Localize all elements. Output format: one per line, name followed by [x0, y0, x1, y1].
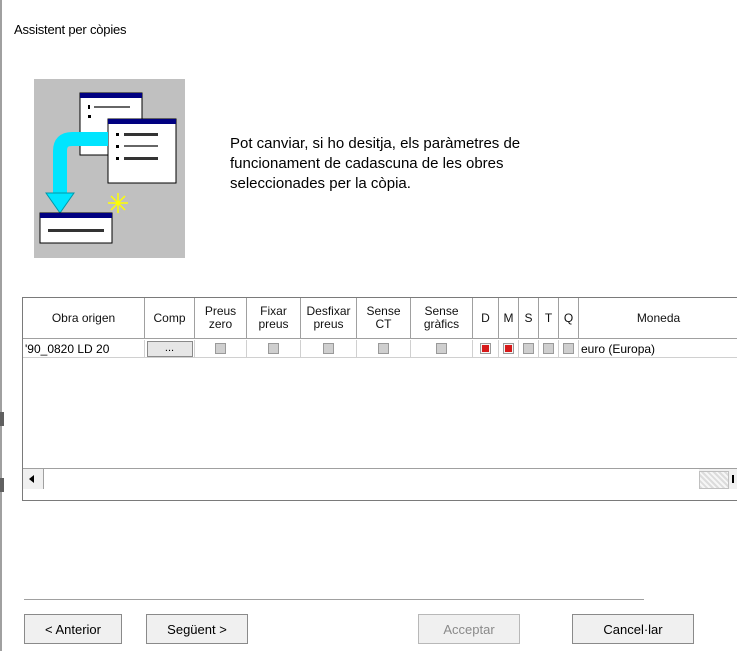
cell-comp: ... — [145, 340, 195, 358]
column-header-moneda[interactable]: Moneda — [579, 298, 737, 339]
cell-m — [499, 340, 519, 358]
cell-desfixar-preus — [301, 340, 357, 358]
q-checkbox[interactable] — [563, 343, 574, 354]
accept-button[interactable]: Acceptar — [418, 614, 520, 644]
t-checkbox[interactable] — [543, 343, 554, 354]
copy-settings-grid[interactable]: Obra origen Comp Preus zero Fixar preus … — [22, 297, 737, 501]
scroll-left-icon[interactable] — [29, 475, 34, 483]
grid-header: Obra origen Comp Preus zero Fixar preus … — [23, 298, 737, 339]
preus-zero-checkbox[interactable] — [215, 343, 226, 354]
m-checkbox[interactable] — [503, 343, 514, 354]
cell-sense-grafics — [411, 340, 473, 358]
next-button[interactable]: Següent > — [146, 614, 248, 644]
cell-fixar-preus — [247, 340, 301, 358]
fixar-preus-checkbox[interactable] — [268, 343, 279, 354]
column-header-desfixar-preus[interactable]: Desfixar preus — [301, 298, 357, 339]
cell-preus-zero — [195, 340, 247, 358]
copy-wizard-illustration — [34, 79, 185, 258]
sense-grafics-checkbox[interactable] — [436, 343, 447, 354]
cell-d — [473, 340, 499, 358]
border-tick — [0, 412, 4, 426]
wizard-description: Pot canviar, si ho desitja, els paràmetr… — [230, 135, 521, 192]
cell-s — [519, 340, 539, 358]
comp-browse-button[interactable]: ... — [146, 340, 193, 357]
column-header-origin[interactable]: Obra origen — [23, 298, 145, 339]
column-header-sense-ct[interactable]: Sense CT — [357, 298, 411, 339]
table-row[interactable]: '90_0820 LD 20 ... euro (Europa) — [23, 340, 737, 358]
footer-separator — [24, 599, 644, 603]
column-header-t[interactable]: T — [539, 298, 559, 339]
column-header-d[interactable]: D — [473, 298, 499, 339]
scroll-thumb[interactable] — [699, 471, 729, 489]
column-header-sense-grafics[interactable]: Sense gràfics — [411, 298, 473, 339]
cell-q — [559, 340, 579, 358]
column-header-comp[interactable]: Comp — [145, 298, 195, 339]
desfixar-preus-checkbox[interactable] — [323, 343, 334, 354]
border-tick — [0, 478, 4, 492]
column-header-q[interactable]: Q — [559, 298, 579, 339]
d-checkbox[interactable] — [480, 343, 491, 354]
cell-moneda[interactable]: euro (Europa) — [579, 340, 737, 358]
column-header-preus-zero[interactable]: Preus zero — [195, 298, 247, 339]
cell-sense-ct — [357, 340, 411, 358]
column-header-m[interactable]: M — [499, 298, 519, 339]
scroll-track[interactable] — [43, 469, 699, 489]
horizontal-scrollbar[interactable] — [23, 468, 737, 489]
copy-wizard-icon — [39, 92, 177, 244]
window-left-border — [0, 0, 4, 651]
cell-origin[interactable]: '90_0820 LD 20 — [23, 340, 145, 358]
back-button[interactable]: < Anterior — [24, 614, 122, 644]
sense-ct-checkbox[interactable] — [378, 343, 389, 354]
scroll-right-icon[interactable] — [732, 475, 734, 483]
cell-t — [539, 340, 559, 358]
column-header-fixar-preus[interactable]: Fixar preus — [247, 298, 301, 339]
column-header-s[interactable]: S — [519, 298, 539, 339]
window-title: Assistent per còpies — [14, 22, 127, 37]
cancel-button[interactable]: Cancel·lar — [572, 614, 694, 644]
s-checkbox[interactable] — [523, 343, 534, 354]
